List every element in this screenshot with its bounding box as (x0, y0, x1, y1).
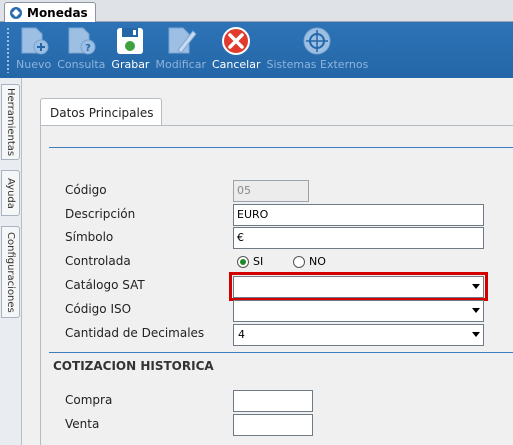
codigo-iso-label: Código ISO (65, 302, 132, 316)
controlada-radio-no[interactable]: NO (293, 255, 326, 268)
side-tab-herramientas[interactable]: Herramientas (1, 84, 20, 160)
toolbar: Nuevo ? Consulta Grabar Modificar Cancel (0, 22, 513, 78)
chevron-down-icon (472, 284, 480, 289)
tab-monedas[interactable]: Monedas (4, 2, 96, 22)
cancel-button[interactable]: Cancelar (212, 22, 261, 78)
document-tabstrip: Monedas (0, 0, 513, 22)
new-document-icon (21, 27, 49, 55)
catalogo-sat-label: Catálogo SAT (65, 278, 145, 292)
chevron-down-icon (472, 332, 480, 337)
chevron-down-icon (472, 308, 480, 313)
controlada-radio-si[interactable]: SI (237, 255, 263, 268)
cotizacion-heading: COTIZACION HISTORICA (53, 359, 214, 373)
compra-label: Compra (65, 393, 113, 407)
toolbar-grip[interactable] (6, 27, 10, 73)
modify-button[interactable]: Modificar (155, 22, 206, 78)
edit-icon (168, 27, 197, 54)
external-systems-icon (303, 27, 331, 55)
cancel-icon (222, 27, 251, 55)
main-content: Datos Principales Código 05 Descripción … (22, 78, 513, 445)
catalogo-sat-select[interactable] (233, 276, 484, 298)
controlada-label: Controlada (65, 254, 131, 268)
simbolo-label: Símbolo (65, 230, 114, 244)
compra-field[interactable] (233, 390, 313, 412)
divider (49, 352, 513, 353)
cantidad-decimales-select[interactable]: 4 (233, 324, 484, 346)
tab-title: Monedas (27, 5, 88, 20)
svg-text:?: ? (85, 43, 91, 54)
codigo-field[interactable]: 05 (233, 180, 309, 202)
divider (49, 147, 513, 148)
side-tab-ayuda[interactable]: Ayuda (1, 170, 20, 216)
descripcion-label: Descripción (65, 207, 136, 221)
simbolo-field[interactable]: € (233, 227, 484, 249)
tab-datos-principales[interactable]: Datos Principales (40, 98, 162, 126)
query-document-icon: ? (68, 27, 96, 55)
radio-indicator (293, 255, 305, 268)
side-panel: Herramientas Ayuda Configuraciones (0, 78, 22, 445)
cantidad-decimales-label: Cantidad de Decimales (65, 326, 205, 340)
descripcion-field[interactable]: EURO (233, 204, 484, 226)
save-button[interactable]: Grabar (111, 22, 149, 78)
app-logo-icon (10, 6, 22, 19)
external-systems-button[interactable]: Sistemas Externos (267, 22, 368, 78)
side-tab-configuraciones[interactable]: Configuraciones (1, 226, 20, 318)
codigo-label: Código (65, 183, 107, 197)
radio-selected-indicator (237, 255, 249, 268)
codigo-iso-select[interactable] (233, 300, 484, 322)
form-panel: Código 05 Descripción EURO Símbolo € Con… (40, 125, 513, 445)
venta-label: Venta (65, 417, 100, 431)
venta-field[interactable] (233, 414, 313, 436)
query-button[interactable]: ? Consulta (57, 22, 105, 78)
save-icon (117, 28, 144, 54)
new-button[interactable]: Nuevo (16, 22, 51, 78)
